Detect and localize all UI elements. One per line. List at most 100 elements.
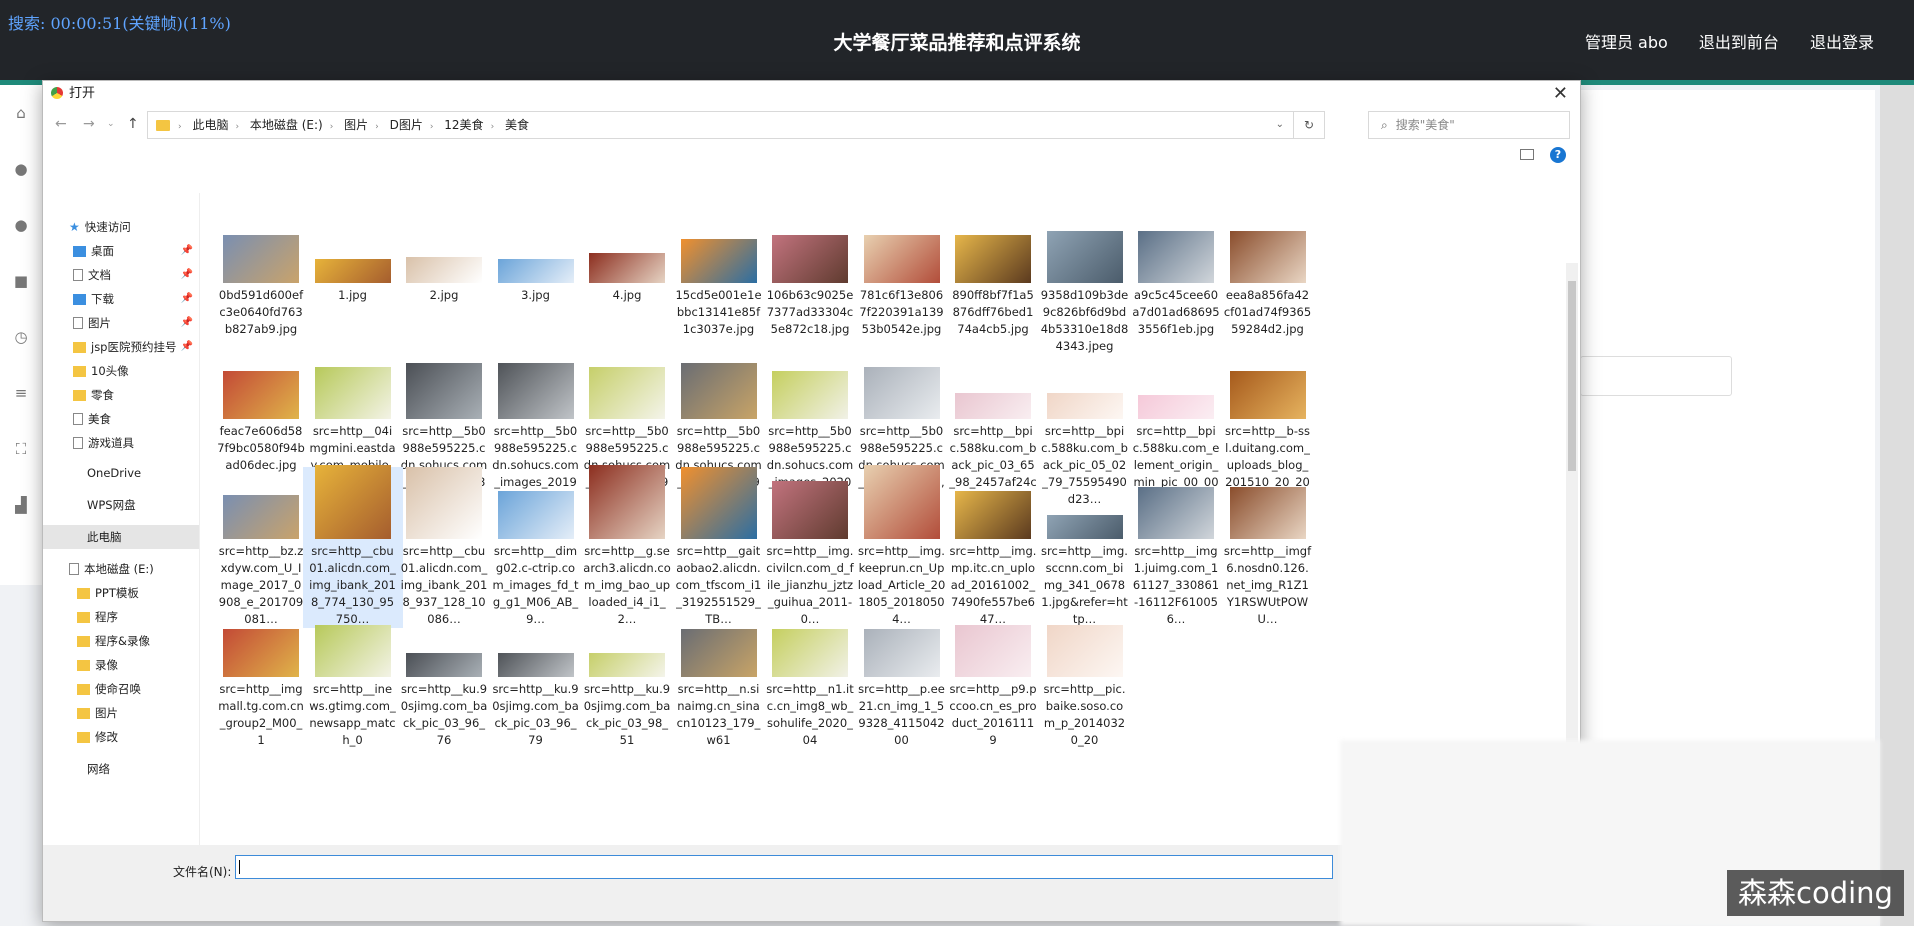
image-thumbnail [406, 363, 482, 419]
nav-onedrive[interactable]: OneDrive [43, 461, 199, 485]
user-icon[interactable]: ● [0, 141, 42, 197]
nav-disk-folder[interactable]: 程序 [43, 605, 199, 629]
image-thumbnail [863, 235, 940, 283]
nav-item[interactable]: 10头像 [43, 359, 199, 383]
file-item[interactable]: src=http__gaitaobao2.alicdn.com_tfscom_i… [669, 467, 769, 628]
nav-this-pc[interactable]: 此电脑 [43, 525, 199, 549]
file-item[interactable]: 3.jpg [486, 211, 586, 304]
breadcrumb-item[interactable]: D图片 [390, 118, 423, 132]
pin-icon[interactable]: 📌 [181, 335, 193, 359]
file-item[interactable]: src=http__imgf6.nosdn0.126.net_img_R1Z1Y… [1218, 467, 1318, 628]
recent-locations-chevron-icon[interactable]: ⌄ [107, 119, 115, 129]
image-thumbnail [1229, 487, 1306, 539]
address-bar[interactable]: › 此电脑 › 本地磁盘 (E:) › 图片 › D图片 › 12美食 › 美食 ⌄ ↻ [147, 111, 1325, 139]
nav-network[interactable]: 网络 [43, 757, 199, 781]
file-item[interactable]: 890ff8bf7f1a5876dff76bed174a4cb5.jpg [943, 211, 1043, 338]
file-item[interactable]: src=http__ku.90sjimg.com_back_pic_03_96_… [486, 605, 586, 749]
address-dropdown-icon[interactable]: ⌄ [1276, 112, 1284, 138]
nav-disk-folder[interactable]: 录像 [43, 653, 199, 677]
file-item[interactable]: src=http__pic.baike.soso.com_p_20140320_… [1035, 605, 1135, 749]
nav-item[interactable]: 零食 [43, 383, 199, 407]
file-item[interactable]: src=http__ku.90sjimg.com_back_pic_03_96_… [394, 605, 494, 749]
nav-disk-folder[interactable]: 图片 [43, 701, 199, 725]
file-item[interactable]: 106b63c9025e7377ad33304c5e872c18.jpg [760, 211, 860, 338]
chart-icon[interactable]: ▟ [0, 477, 42, 533]
breadcrumb-item[interactable]: 美食 [505, 118, 529, 132]
file-item[interactable]: src=http__p.ee21.cn_img_1_59328_41150420… [852, 605, 952, 749]
preview-pane-icon[interactable] [1520, 149, 1534, 160]
briefcase-icon[interactable]: ■ [0, 253, 42, 309]
file-item[interactable]: 9358d109b3de9c826bf6d9bd4b53310e18d84343… [1035, 211, 1135, 355]
refresh-icon[interactable]: ↻ [1293, 112, 1324, 138]
file-item[interactable]: src=http__img1.juimg.com_161127_330861-1… [1126, 467, 1226, 628]
file-item[interactable]: src=http__img.civilcn.com_d_file_jianzhu… [760, 467, 860, 628]
file-item[interactable]: src=http__p9.pccoo.cn_es_product_2016111… [943, 605, 1043, 749]
nav-item[interactable]: 下载 📌 [43, 287, 199, 311]
expand-icon[interactable]: ⛶ [0, 421, 42, 477]
clock-icon[interactable]: ◷ [0, 309, 42, 365]
folder-icon [77, 732, 90, 743]
file-item[interactable]: src=http__ku.90sjimg.com_back_pic_03_98_… [577, 605, 677, 749]
file-item[interactable]: src=http__cbu01.alicdn.com_img_ibank_201… [302, 465, 403, 628]
file-item[interactable]: src=http__bz.zxdyw.com_U_Image_2017_0908… [211, 467, 311, 628]
nav-item[interactable]: 图片 📌 [43, 311, 199, 335]
forward-arrow-icon[interactable]: → [83, 116, 95, 132]
image-thumbnail [680, 629, 757, 677]
file-item[interactable]: src=http__n1.itc.cn_img8_wb_sohulife_202… [760, 605, 860, 749]
back-arrow-icon[interactable]: ← [55, 116, 67, 132]
file-item[interactable]: src=http__img mall.tg.com.cn_group2_M00_… [211, 605, 311, 749]
pin-icon[interactable]: 📌 [181, 287, 193, 311]
folder-icon [73, 366, 86, 377]
admin-user-link[interactable]: 管理员 abo [1585, 33, 1668, 52]
breadcrumb-item[interactable]: 图片 [344, 118, 368, 132]
help-icon[interactable]: ? [1550, 147, 1566, 163]
breadcrumb-item[interactable]: 本地磁盘 (E:) [250, 118, 323, 132]
file-item[interactable]: 1.jpg [303, 211, 403, 304]
nav-item[interactable]: 桌面 📌 [43, 239, 199, 263]
breadcrumb-item[interactable]: 12美食 [444, 118, 483, 132]
nav-item[interactable]: 美食 [43, 407, 199, 431]
file-item[interactable]: src=http__img.keeprun.cn_Upload_Article_… [852, 465, 952, 628]
nav-item[interactable]: 文档 📌 [43, 263, 199, 287]
scrollbar-thumb[interactable] [1568, 281, 1576, 471]
pin-icon[interactable]: 📌 [181, 239, 193, 263]
nav-quick-access[interactable]: ★ 快速访问 [43, 215, 199, 239]
file-item[interactable]: 15cd5e001e1ebbc13141e85f1c3037e.jpg [669, 211, 769, 338]
nav-disk-folder[interactable]: 修改 [43, 725, 199, 749]
file-item[interactable]: src=http__g.search3.alicdn.com_img_bao_u… [577, 465, 677, 628]
home-icon[interactable]: ⌂ [0, 85, 42, 141]
file-item[interactable]: 4.jpg [577, 211, 677, 304]
file-item[interactable]: eea8a856fa42cf01ad74f936559284d2.jpg [1218, 211, 1318, 338]
file-item[interactable]: src=http__dimg02.c-ctrip.com_images_fd_t… [486, 467, 586, 628]
file-item[interactable]: feac7e606d587f9bc0580f94bad06dec.jpg [211, 347, 311, 474]
pin-icon[interactable]: 📌 [181, 263, 193, 287]
file-item[interactable]: src=http__img.mp.itc.cn_upload_20161002_… [943, 467, 1043, 628]
search-box[interactable]: ⌕ 搜索"美食" [1368, 111, 1570, 139]
file-item[interactable]: 0bd591d600efc3e0640fd763b827ab9.jpg [211, 211, 311, 338]
file-item[interactable]: a9c5c45cee60a7d01ad686953556f1eb.jpg [1126, 211, 1226, 338]
person-icon[interactable]: ● [0, 197, 42, 253]
logout-link[interactable]: 退出登录 [1810, 33, 1874, 52]
nav-disk-folder[interactable]: 程序&录像 [43, 629, 199, 653]
up-arrow-icon[interactable]: ↑ [127, 116, 139, 132]
nav-local-disk[interactable]: 本地磁盘 (E:) [43, 557, 199, 581]
file-item[interactable]: src=http__n.sinaimg.cn_sinacn10123_179_w… [669, 605, 769, 749]
file-item[interactable]: src=http__cbu01.alicdn.com_img_ibank_201… [394, 467, 494, 628]
file-item[interactable]: src=http__img.sccnn.com_bimg_341_06781.j… [1035, 467, 1135, 628]
nav-disk-folder[interactable]: 使命召唤 [43, 677, 199, 701]
user-menu: 管理员 abo 退出到前台 退出登录 [1559, 29, 1874, 53]
file-item[interactable]: src=http__inews.gtimg.com_newsapp_match_… [303, 605, 403, 749]
nav-item[interactable]: jsp医院预约挂号 📌 [43, 335, 199, 359]
file-item[interactable]: 2.jpg [394, 211, 494, 304]
sliders-icon[interactable]: ≡ [0, 365, 42, 421]
file-item[interactable]: 781c6f13e8067f220391a13953b0542e.jpg [852, 211, 952, 338]
exit-to-front-link[interactable]: 退出到前台 [1699, 33, 1779, 52]
pin-icon[interactable]: 📌 [181, 311, 193, 335]
file-name: 9358d109b3de9c826bf6d9bd4b53310e18d84343… [1040, 288, 1129, 353]
nav-item[interactable]: 游戏道具 [43, 431, 199, 455]
close-icon[interactable]: ✕ [1553, 81, 1568, 107]
nav-wps-drive[interactable]: WPS网盘 [43, 493, 199, 517]
breadcrumb-item[interactable]: 此电脑 [192, 118, 228, 132]
nav-disk-folder[interactable]: PPT模板 [43, 581, 199, 605]
filename-input[interactable] [235, 855, 1333, 879]
